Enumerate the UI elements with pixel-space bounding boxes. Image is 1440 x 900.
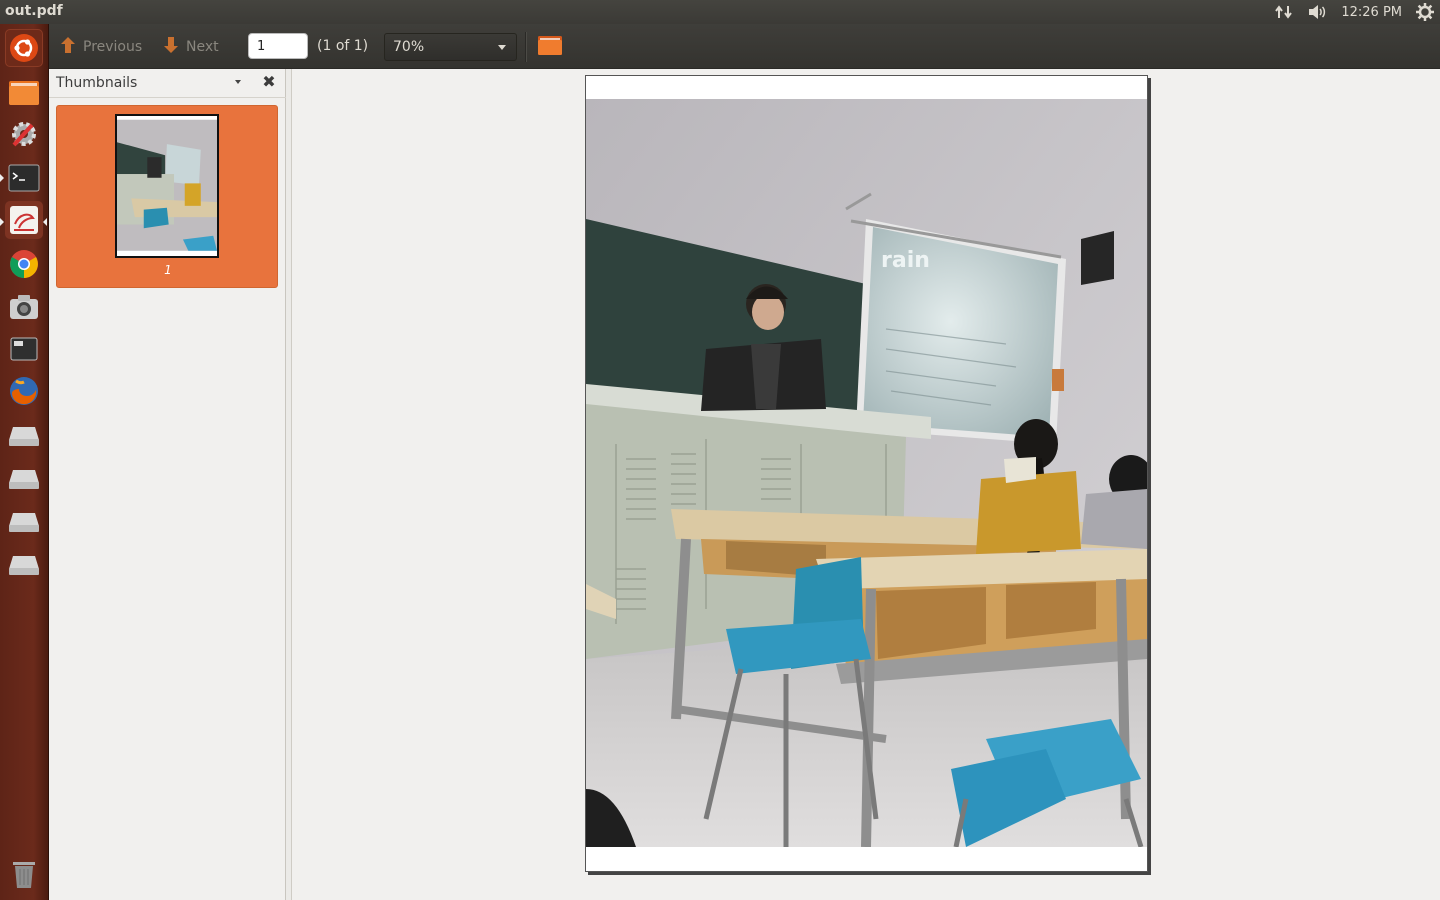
indicator-area: 12:26 PM <box>1275 0 1434 24</box>
network-icon[interactable] <box>1275 4 1293 20</box>
camera-icon <box>8 293 40 321</box>
document-view[interactable]: rain <box>292 69 1440 900</box>
arrow-down-icon <box>162 35 180 59</box>
firefox-launcher[interactable] <box>5 372 43 410</box>
system-settings-launcher[interactable] <box>5 115 43 153</box>
page-count: (1 of 1) <box>317 38 369 54</box>
sidebar-menu-chevron-icon[interactable] <box>235 80 241 84</box>
volume-icon[interactable] <box>1307 4 1327 20</box>
open-folder-button[interactable] <box>535 33 565 61</box>
drive-icon <box>8 510 40 534</box>
toolbar: Previous Next (1 of 1) 70% <box>49 24 1440 69</box>
sidebar: Thumbnails ✖ 1 <box>49 69 286 900</box>
previous-button[interactable]: Previous <box>59 33 142 61</box>
drive-launcher-2[interactable] <box>5 460 43 498</box>
drive-launcher-3[interactable] <box>5 503 43 541</box>
folder-icon <box>8 78 40 106</box>
chevron-down-icon <box>498 45 506 50</box>
thumbnail-item[interactable]: 1 <box>56 105 278 288</box>
camera-launcher[interactable] <box>5 288 43 326</box>
previous-label: Previous <box>83 39 143 55</box>
next-button[interactable]: Next <box>162 33 219 61</box>
drive-icon <box>8 553 40 577</box>
projector-text: rain <box>881 248 930 273</box>
document-viewer-icon <box>8 204 40 236</box>
window-title: out.pdf <box>5 3 63 19</box>
chrome-launcher[interactable] <box>5 245 43 283</box>
drive-icon <box>8 467 40 491</box>
page-number-input[interactable] <box>248 33 308 59</box>
settings-wrench-icon <box>8 118 40 150</box>
launcher <box>0 24 49 900</box>
zoom-select[interactable]: 70% <box>384 33 517 61</box>
close-sidebar-icon[interactable]: ✖ <box>261 74 277 90</box>
drive-launcher-1[interactable] <box>5 417 43 455</box>
page-photo: rain <box>586 99 1147 847</box>
dash-home-button[interactable] <box>5 29 43 67</box>
ubuntu-logo-icon <box>9 33 39 63</box>
terminal-icon <box>8 164 40 192</box>
thumbnail-image <box>115 114 219 258</box>
sidebar-title: Thumbnails <box>56 75 138 91</box>
top-panel: out.pdf 12:26 PM <box>0 0 1440 24</box>
drive-launcher-4[interactable] <box>5 546 43 584</box>
terminal-launcher[interactable] <box>5 159 43 197</box>
files-launcher[interactable] <box>5 73 43 111</box>
zoom-value: 70% <box>393 39 425 55</box>
folder-icon <box>537 34 563 60</box>
next-label: Next <box>186 39 219 55</box>
trash-icon <box>10 858 38 890</box>
sidebar-header: Thumbnails ✖ <box>49 69 286 98</box>
workspace-icon <box>8 335 40 363</box>
document-viewer-launcher[interactable] <box>5 201 43 239</box>
arrow-up-icon <box>59 35 77 59</box>
trash-launcher[interactable] <box>5 855 43 893</box>
firefox-icon <box>8 375 40 407</box>
drive-icon <box>8 424 40 448</box>
session-gear-icon[interactable] <box>1416 3 1434 21</box>
workspace-switcher-launcher[interactable] <box>5 330 43 368</box>
chrome-icon <box>8 248 40 280</box>
pdf-page: rain <box>585 75 1148 872</box>
clock[interactable]: 12:26 PM <box>1341 5 1402 20</box>
thumbnail-label: 1 <box>164 263 172 277</box>
toolbar-separator <box>525 32 526 62</box>
